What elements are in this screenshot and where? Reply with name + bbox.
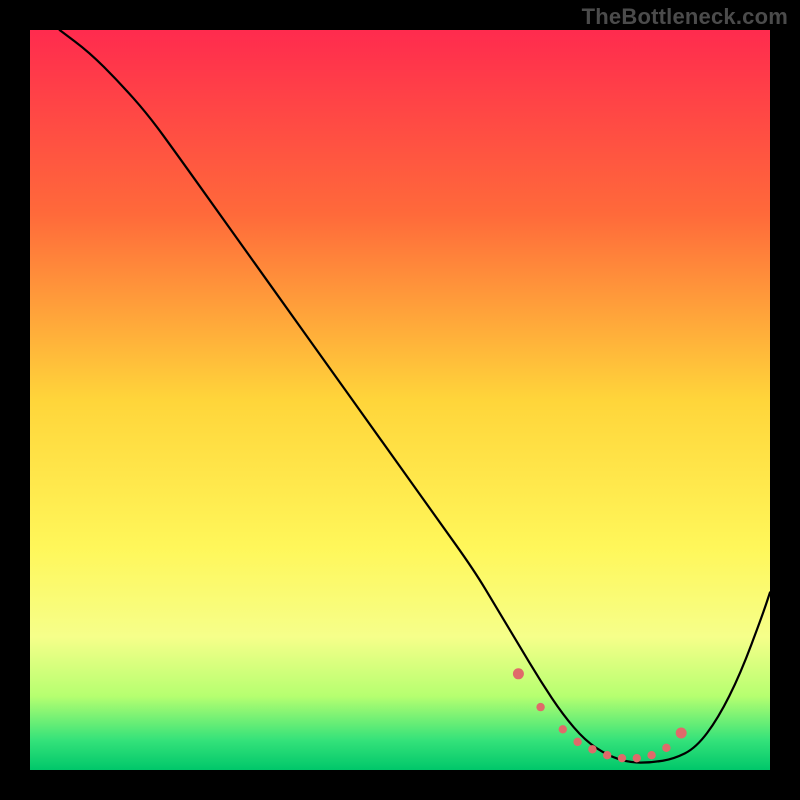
- chart-svg: [30, 30, 770, 770]
- watermark-text: TheBottleneck.com: [582, 4, 788, 30]
- trough-marker: [513, 668, 524, 679]
- trough-marker: [647, 751, 655, 759]
- trough-marker: [618, 754, 626, 762]
- chart-frame: TheBottleneck.com: [0, 0, 800, 800]
- trough-marker: [573, 738, 581, 746]
- trough-marker: [603, 751, 611, 759]
- trough-marker: [559, 725, 567, 733]
- plot-area: [30, 30, 770, 770]
- trough-marker: [633, 754, 641, 762]
- gradient-background: [30, 30, 770, 770]
- trough-marker: [676, 728, 687, 739]
- trough-marker: [536, 703, 544, 711]
- trough-marker: [662, 744, 670, 752]
- trough-marker: [588, 745, 596, 753]
